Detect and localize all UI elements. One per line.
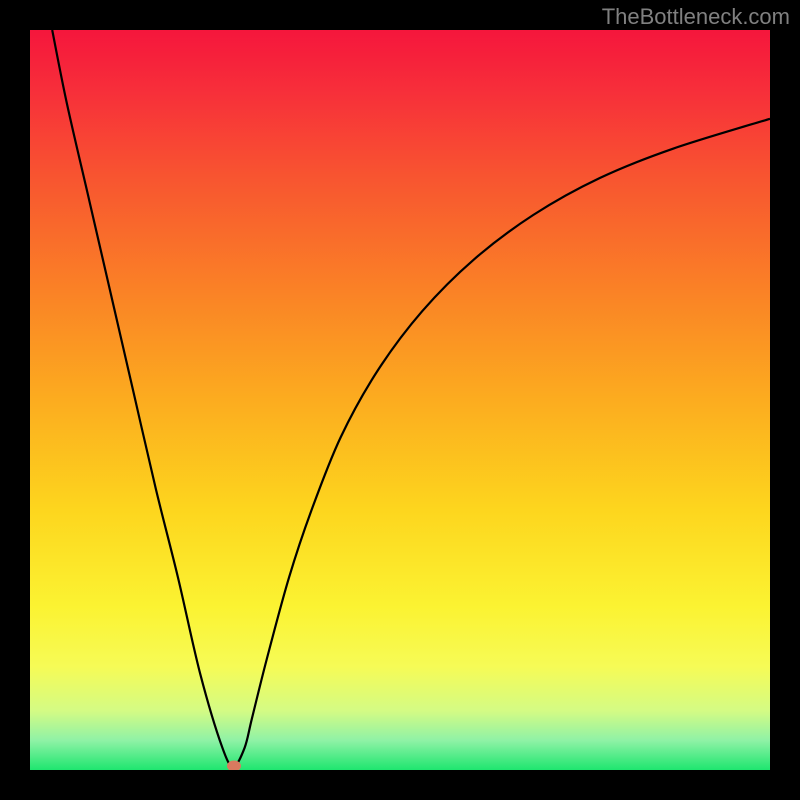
minimum-marker [227,761,241,770]
watermark-text: TheBottleneck.com [602,4,790,30]
chart-container: TheBottleneck.com [0,0,800,800]
plot-svg [30,30,770,770]
gradient-background [30,30,770,770]
plot-area [30,30,770,770]
